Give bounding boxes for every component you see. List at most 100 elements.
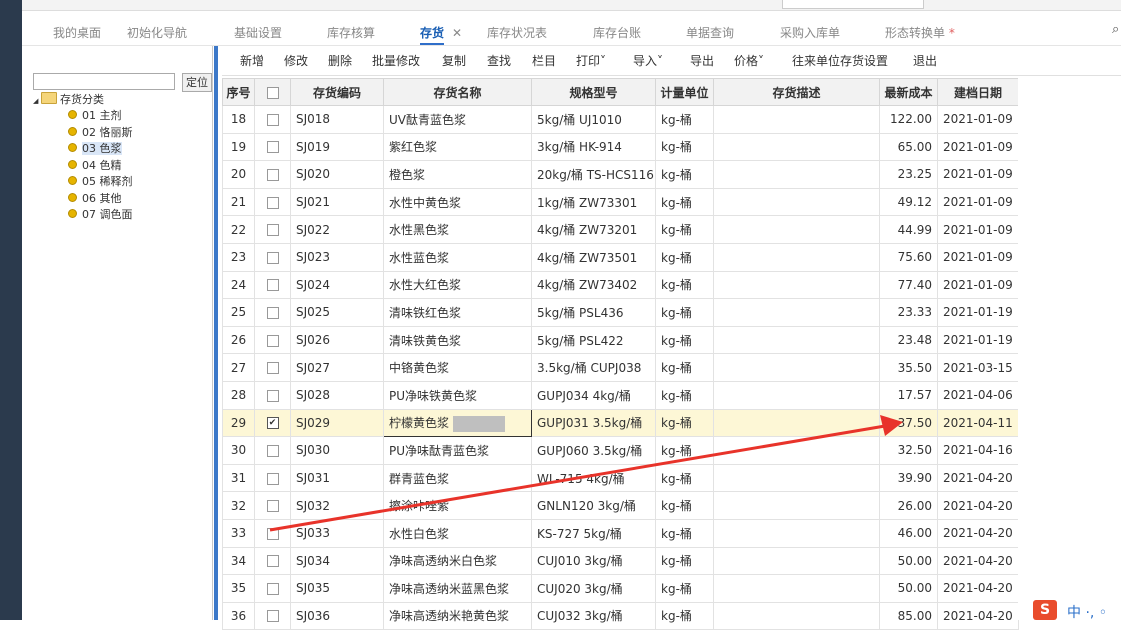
copy-button[interactable]: 复制 <box>442 47 466 75</box>
cell-unit[interactable]: kg-桶 <box>655 353 714 382</box>
tree-item[interactable]: 01 主剂 <box>68 108 122 124</box>
cell-unit[interactable]: kg-桶 <box>655 380 714 410</box>
table-row[interactable]: 18 SJ018 UV酞青蓝色浆 5kg/桶 UJ1010 kg-桶 122.00 2021… <box>222 105 1019 134</box>
cell-name[interactable]: UV酞青蓝色浆 <box>383 105 532 134</box>
cell-unit[interactable]: kg-桶 <box>655 270 714 300</box>
cell-unit[interactable]: kg-桶 <box>655 132 714 162</box>
col-header-unit[interactable]: 计量单位 <box>655 78 714 106</box>
cell-date[interactable]: 2021-04-06 <box>937 380 1019 410</box>
cell-idx[interactable]: 21 <box>222 187 255 217</box>
cell-unit[interactable]: kg-桶 <box>655 408 714 438</box>
row-select-cell[interactable] <box>254 436 291 465</box>
cell-date[interactable]: 2021-01-19 <box>937 298 1019 327</box>
batch-edit-button[interactable]: 批量修改 <box>372 47 420 75</box>
cell-spec[interactable]: 4kg/桶 ZW73201 <box>531 215 656 244</box>
cell-desc[interactable] <box>713 518 880 548</box>
checkbox-checked[interactable]: ✔ <box>266 417 279 430</box>
cell-date[interactable]: 2021-04-16 <box>937 436 1019 465</box>
cell-cost[interactable]: 65.00 <box>879 132 938 162</box>
cell-desc[interactable] <box>713 574 880 603</box>
row-select-cell[interactable] <box>254 601 291 630</box>
cell-spec[interactable]: GUPJ060 3.5kg/桶 <box>531 436 656 465</box>
tree-item-selected[interactable]: 03 色浆 <box>68 141 122 157</box>
collapse-arrow-icon[interactable]: ◢ <box>33 93 41 109</box>
cell-date[interactable]: 2021-04-20 <box>937 546 1019 576</box>
cell-date[interactable]: 2021-04-11 <box>937 408 1019 438</box>
add-button[interactable]: 新增 <box>240 47 264 75</box>
cell-spec[interactable]: 20kg/桶 TS-HCS116 <box>531 160 656 189</box>
cell-spec[interactable]: CUJ020 3kg/桶 <box>531 574 656 603</box>
cell-spec[interactable]: GUPJ031 3.5kg/桶 <box>531 408 656 438</box>
cell-unit[interactable]: kg-桶 <box>655 491 714 520</box>
row-select-cell[interactable] <box>254 574 291 603</box>
panel-splitter[interactable] <box>214 46 218 620</box>
edit-button[interactable]: 修改 <box>284 47 308 75</box>
cell-spec[interactable]: 3.5kg/桶 CUPJ038 <box>531 353 656 382</box>
col-header-code[interactable]: 存货编码 <box>290 78 384 106</box>
row-select-cell[interactable] <box>254 187 291 217</box>
cell-unit[interactable]: kg-桶 <box>655 187 714 217</box>
cell-idx[interactable]: 30 <box>222 436 255 465</box>
ime-logo-icon[interactable]: S <box>1033 600 1057 620</box>
cell-date[interactable]: 2021-04-20 <box>937 601 1019 630</box>
cell-desc[interactable] <box>713 215 880 244</box>
cell-idx[interactable]: 26 <box>222 325 255 355</box>
cell-desc[interactable] <box>713 408 880 438</box>
checkbox[interactable] <box>266 527 279 540</box>
cell-name[interactable]: 净味高透纳米蓝黑色浆 <box>383 574 532 603</box>
row-select-cell[interactable] <box>254 353 291 382</box>
cell-code[interactable]: SJ024 <box>290 270 384 300</box>
table-row[interactable]: 34 SJ034 净味高透纳米白色浆 CUJ010 3kg/桶 kg-桶 50.00 202… <box>222 546 1019 576</box>
table-row[interactable]: 33 SJ033 水性白色浆 KS-727 5kg/桶 kg-桶 46.00 2021-04… <box>222 518 1019 548</box>
cell-desc[interactable] <box>713 491 880 520</box>
cell-idx[interactable]: 29 <box>222 408 255 438</box>
cell-cost[interactable]: 122.00 <box>879 105 938 134</box>
checkbox[interactable] <box>266 251 279 264</box>
row-select-cell[interactable] <box>254 380 291 410</box>
table-row[interactable]: 23 SJ023 水性蓝色浆 4kg/桶 ZW73501 kg-桶 75.60 2021-0… <box>222 242 1019 272</box>
table-row[interactable]: 30 SJ030 PU净味酞青蓝色浆 GUPJ060 3.5kg/桶 kg-桶 32.50… <box>222 436 1019 465</box>
cell-code[interactable]: SJ018 <box>290 105 384 134</box>
cell-date[interactable]: 2021-01-09 <box>937 215 1019 244</box>
row-select-cell[interactable] <box>254 491 291 520</box>
cell-name[interactable]: 群青蓝色浆 <box>383 463 532 493</box>
cell-cost[interactable]: 46.00 <box>879 518 938 548</box>
table-row[interactable]: 31 SJ031 群青蓝色浆 WL-715 4kg/桶 kg-桶 39.90 2021-04… <box>222 463 1019 493</box>
checkbox[interactable] <box>266 500 279 513</box>
row-select-cell[interactable] <box>254 325 291 355</box>
cell-editor-box[interactable] <box>453 415 506 432</box>
cell-date[interactable]: 2021-04-20 <box>937 491 1019 520</box>
tree-item[interactable]: 05 稀释剂 <box>68 174 133 190</box>
cell-date[interactable]: 2021-04-20 <box>937 463 1019 493</box>
cell-unit[interactable]: kg-桶 <box>655 574 714 603</box>
print-button[interactable]: 打印˅ <box>576 47 606 75</box>
table-row[interactable]: 28 SJ028 PU净味铁黄色浆 GUPJ034 4kg/桶 kg-桶 17.57 202… <box>222 380 1019 410</box>
cell-cost[interactable]: 75.60 <box>879 242 938 272</box>
tree-root-node[interactable]: ◢ 存货分类 <box>33 92 104 108</box>
tab-form-conversion[interactable]: 形态转换单 * <box>885 11 955 45</box>
cell-desc[interactable] <box>713 105 880 134</box>
cell-unit[interactable]: kg-桶 <box>655 160 714 189</box>
cell-cost[interactable]: 50.00 <box>879 546 938 576</box>
cell-date[interactable]: 2021-01-09 <box>937 242 1019 272</box>
checkbox[interactable] <box>266 279 279 292</box>
cell-code[interactable]: SJ025 <box>290 298 384 327</box>
row-select-cell[interactable] <box>254 132 291 162</box>
checkbox[interactable] <box>266 168 279 181</box>
row-select-cell[interactable] <box>254 215 291 244</box>
cell-code[interactable]: SJ032 <box>290 491 384 520</box>
cell-unit[interactable]: kg-桶 <box>655 601 714 630</box>
ime-toolbar[interactable]: S 中 ·, ◦ <box>1033 598 1121 622</box>
cell-name[interactable]: 水性黑色浆 <box>383 215 532 244</box>
cell-desc[interactable] <box>713 325 880 355</box>
row-select-cell[interactable] <box>254 463 291 493</box>
col-header-date[interactable]: 建档日期 <box>937 78 1019 106</box>
checkbox[interactable] <box>266 196 279 209</box>
ime-status[interactable]: 中 ·, ◦ <box>1067 602 1107 622</box>
checkbox[interactable] <box>266 334 279 347</box>
cell-idx[interactable]: 27 <box>222 353 255 382</box>
cell-idx[interactable]: 20 <box>222 160 255 189</box>
cell-spec[interactable]: GUPJ034 4kg/桶 <box>531 380 656 410</box>
cell-date[interactable]: 2021-03-15 <box>937 353 1019 382</box>
cell-name[interactable]: 水性白色浆 <box>383 518 532 548</box>
